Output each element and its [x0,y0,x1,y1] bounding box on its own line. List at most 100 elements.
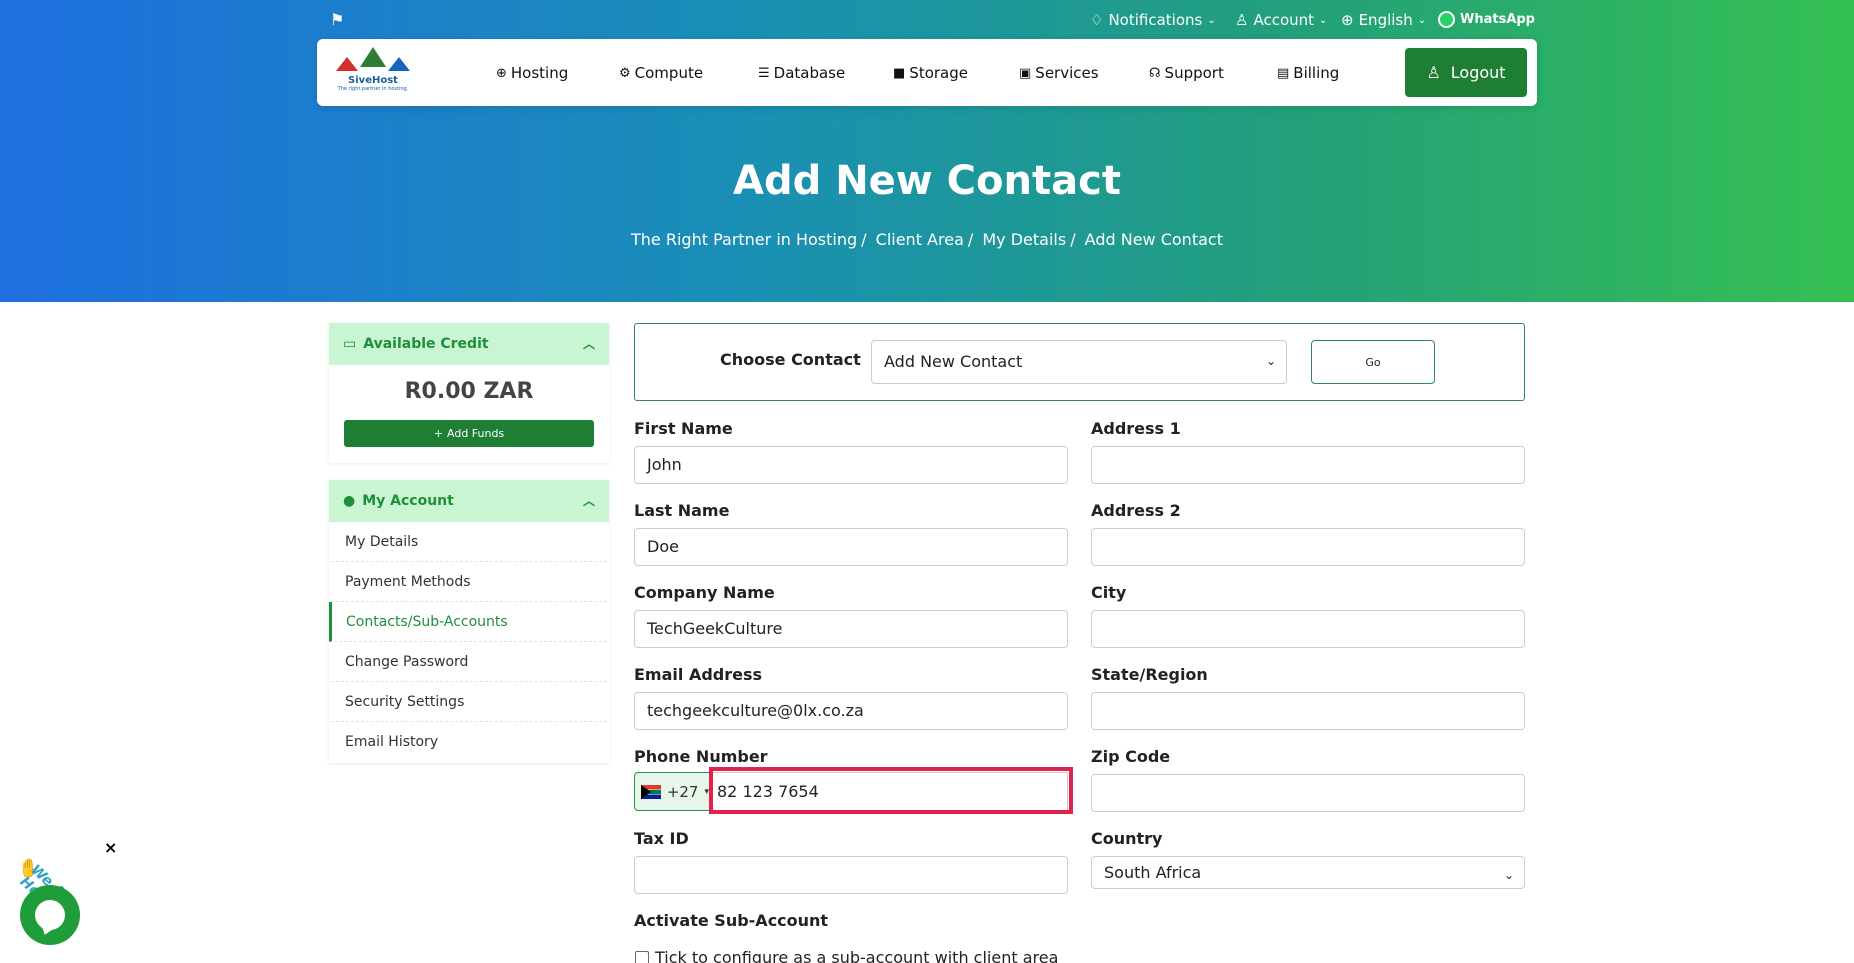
breadcrumb-my-details[interactable]: My Details [982,230,1066,249]
user-icon: ● [343,493,356,509]
sidebar-item-my-details[interactable]: My Details [331,522,607,562]
whatsapp-icon [1438,11,1455,28]
nav-hosting[interactable]: ⊕ Hosting [496,64,568,82]
main-navbar: SiveHost The right partner in hosting. ⊕… [317,39,1537,106]
company-name-label: Company Name [634,583,775,602]
nav-storage-label: Storage [909,64,968,82]
user-icon: ♙ [1426,63,1441,82]
address1-label: Address 1 [1091,419,1181,438]
address1-field[interactable] [1091,446,1525,484]
subaccount-checkbox[interactable] [635,951,649,963]
email-field[interactable]: techgeekculture@0lx.co.za [634,692,1068,730]
sidebar-item-contacts[interactable]: Contacts/Sub-Accounts [329,602,607,642]
add-funds-button[interactable]: + Add Funds [344,420,594,447]
city-label: City [1091,583,1127,602]
logo-brand: SiveHost [348,75,398,86]
account-menu[interactable]: ♙ Account ⌄ [1235,11,1327,29]
sivehost-logo[interactable]: SiveHost The right partner in hosting. [333,45,413,101]
breadcrumb-home[interactable]: The Right Partner in Hosting [631,230,857,249]
state-label: State/Region [1091,665,1208,684]
last-name-label: Last Name [634,501,730,520]
nav-billing[interactable]: ▤ Billing [1277,64,1339,82]
first-name-label: First Name [634,419,733,438]
nav-support[interactable]: ☊ Support [1149,64,1224,82]
account-label: Account [1253,11,1315,29]
nav-support-label: Support [1164,64,1224,82]
money-icon: ▭ [343,336,357,352]
account-panel-header[interactable]: ● My Account ︿ [329,480,609,522]
sidebar-item-security-settings[interactable]: Security Settings [331,682,607,722]
nav-hosting-label: Hosting [510,64,569,82]
city-field[interactable] [1091,610,1525,648]
tax-id-label: Tax ID [634,829,689,848]
activate-subaccount-label: Activate Sub-Account [634,911,829,930]
whatsapp-link[interactable]: WhatsApp [1438,11,1535,28]
whatsapp-label: WhatsApp [1460,12,1535,27]
choose-contact-label: Choose Contact [720,350,861,369]
page-title: Add New Contact [733,158,1121,204]
notifications-menu[interactable]: ♢ Notifications ⌄ [1090,11,1216,29]
credit-title: Available Credit [363,336,489,352]
chevron-down-icon: ⌄ [1417,14,1427,26]
logout-button[interactable]: ♙ Logout [1405,48,1527,97]
state-field[interactable] [1091,692,1525,730]
chevron-down-icon: ⌄ [1207,14,1216,26]
chevron-up-icon: ︿ [582,494,595,508]
zip-field[interactable] [1091,774,1525,812]
email-label: Email Address [634,665,763,684]
choose-contact-select[interactable]: Add New Contact ⌄ [871,340,1287,384]
address2-label: Address 2 [1091,501,1181,520]
go-button[interactable]: Go [1311,340,1435,384]
chevron-down-icon: ⌄ [1503,868,1514,882]
chevron-down-icon: ⌄ [1265,354,1276,368]
tax-id-field[interactable] [634,856,1068,894]
plus-icon: + [433,427,444,440]
credit-panel-header[interactable]: ▭ Available Credit ︿ [329,323,609,365]
houses-icon [333,47,413,71]
gift-icon: ▣ [1019,65,1032,81]
headset-icon: ☊ [1149,65,1161,81]
logout-label: Logout [1450,63,1506,82]
company-name-field[interactable]: TechGeekCulture [634,610,1068,648]
notifications-label: Notifications [1108,11,1203,29]
nav-services-label: Services [1035,64,1099,82]
language-label: English [1358,11,1413,29]
country-label: Country [1091,829,1163,848]
breadcrumb: The Right Partner in Hosting / Client Are… [631,230,1223,249]
top-bar: ⚑ ♢ Notifications ⌄ ♙ Account ⌄ ⊕ Englis… [0,10,1854,32]
choose-contact-box: Choose Contact Add New Contact ⌄ Go [634,323,1525,401]
address2-field[interactable] [1091,528,1525,566]
last-name-field[interactable]: Doe [634,528,1068,566]
globe-icon: ⊕ [496,65,507,81]
database-icon: ☰ [758,65,770,81]
country-select[interactable]: South Africa ⌄ [1091,856,1525,889]
flag-icon[interactable]: ⚑ [330,10,344,29]
south-africa-flag-icon [641,784,661,799]
globe-icon: ⊕ [1341,11,1354,29]
language-menu[interactable]: ⊕ English ⌄ [1341,11,1426,29]
chevron-up-icon: ︿ [582,337,595,351]
nav-database[interactable]: ☰ Database [758,64,845,82]
chat-launcher-button[interactable] [20,885,80,945]
account-title: My Account [362,493,454,509]
nav-compute[interactable]: ⚙ Compute [619,64,703,82]
zip-label: Zip Code [1091,747,1171,766]
first-name-field[interactable]: John [634,446,1068,484]
country-code-select[interactable]: +27 ▾ [634,772,710,811]
nav-database-label: Database [773,64,846,82]
sidebar-item-change-password[interactable]: Change Password [331,642,607,682]
nav-storage[interactable]: ■ Storage [893,64,968,82]
nav-services[interactable]: ▣ Services [1019,64,1099,82]
add-funds-label: Add Funds [447,427,505,440]
subaccount-checkbox-label: Tick to configure as a sub-account with … [655,948,1059,963]
box-icon: ■ [893,65,906,81]
hero-banner: ⚑ ♢ Notifications ⌄ ♙ Account ⌄ ⊕ Englis… [0,0,1854,302]
account-panel: ● My Account ︿ My Details Payment Method… [329,480,609,763]
sidebar-item-email-history[interactable]: Email History [331,722,607,762]
invoice-icon: ▤ [1277,65,1290,81]
sidebar-item-payment-methods[interactable]: Payment Methods [331,562,607,602]
country-value: South Africa [1104,863,1202,882]
logo-tagline: The right partner in hosting. [337,86,409,92]
chat-close-button[interactable]: × [104,838,117,857]
breadcrumb-client-area[interactable]: Client Area [876,230,964,249]
